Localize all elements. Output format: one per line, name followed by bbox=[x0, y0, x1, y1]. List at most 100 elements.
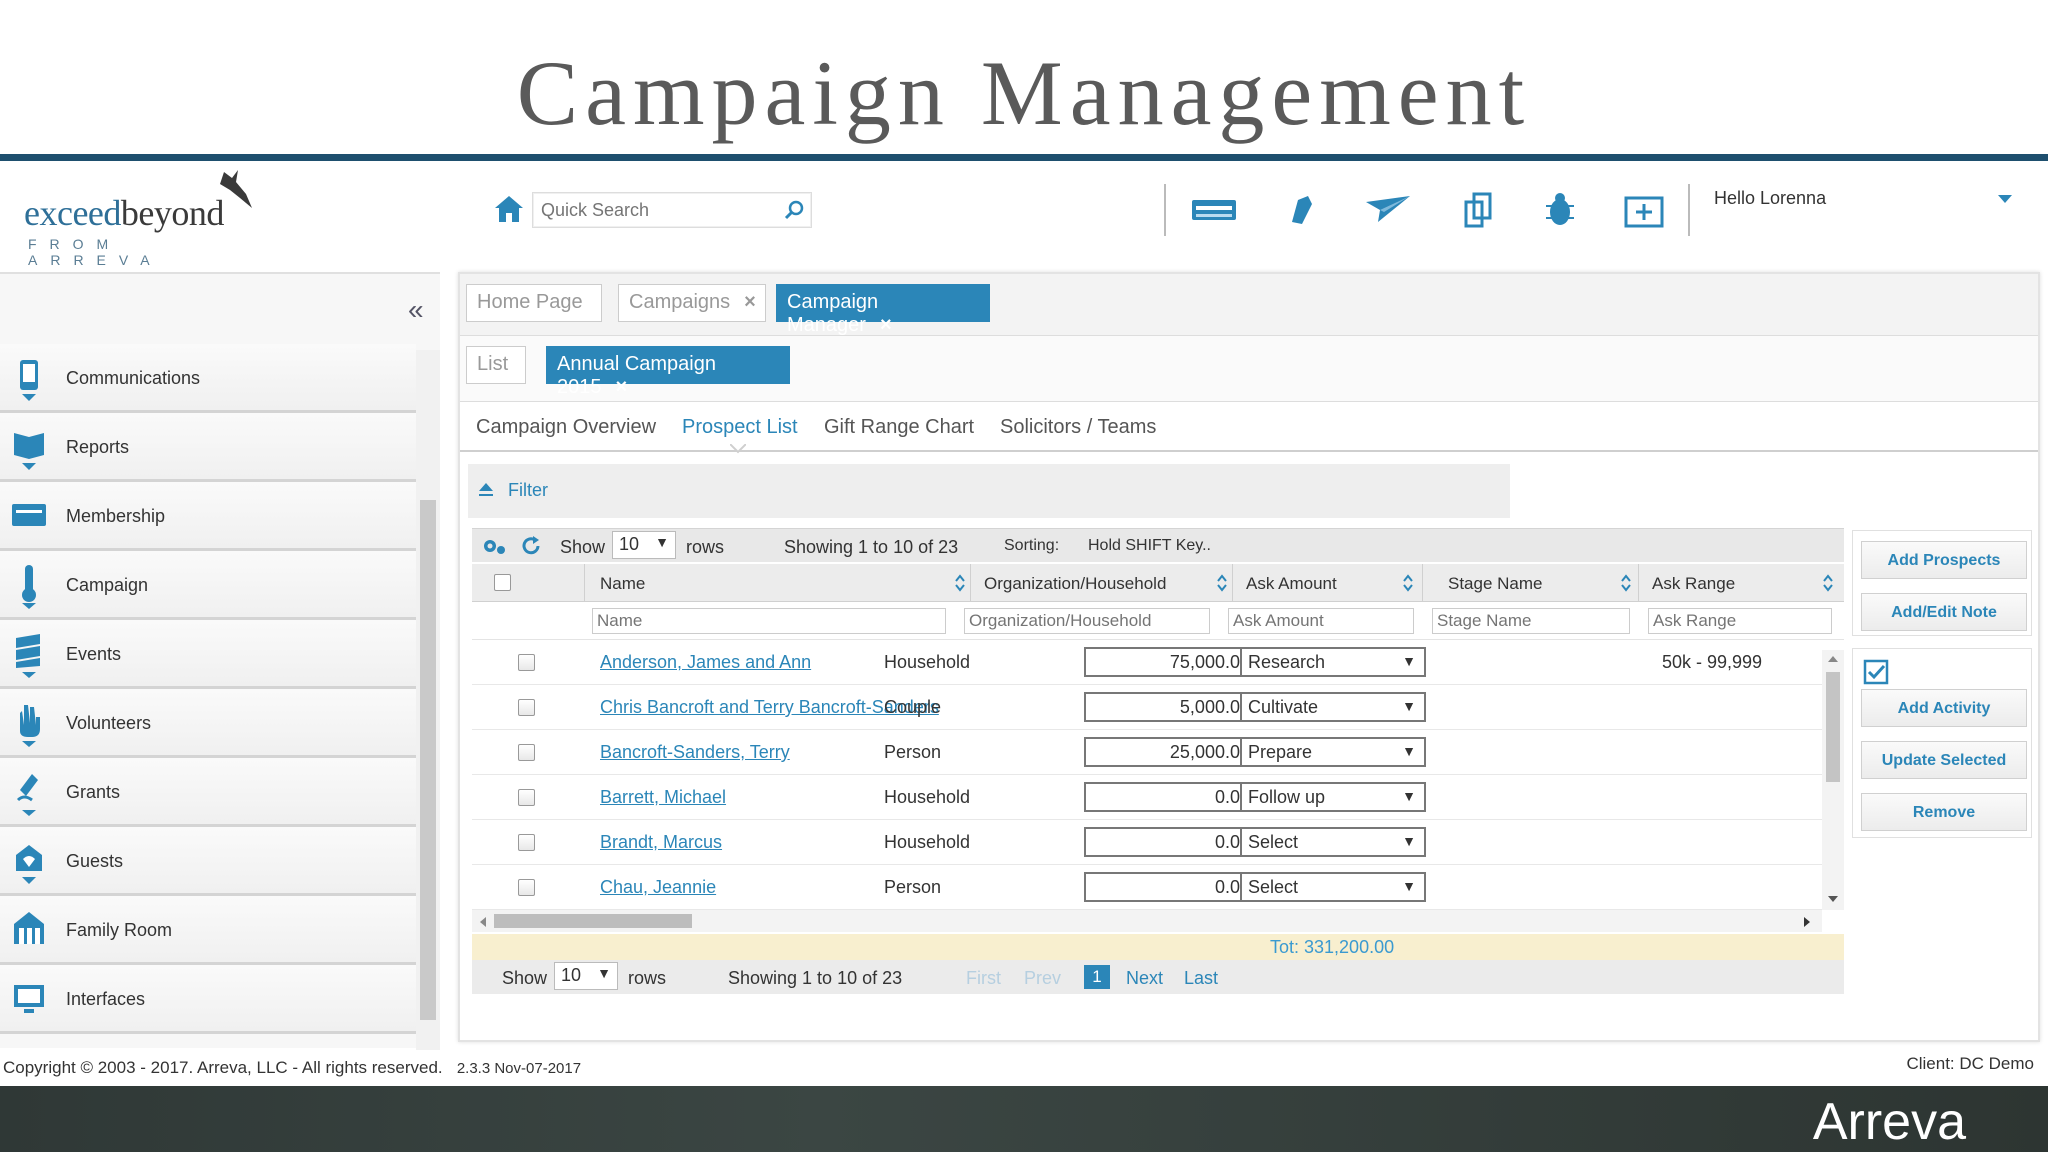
collapse-sidebar-button[interactable]: « bbox=[408, 294, 424, 326]
home-icon[interactable] bbox=[494, 194, 524, 224]
search-icon[interactable] bbox=[783, 199, 805, 221]
page-size-select[interactable]: 10 ▼ bbox=[554, 962, 618, 990]
ask-amount-input[interactable]: 0.00 bbox=[1084, 827, 1258, 857]
sort-icon[interactable] bbox=[1620, 574, 1632, 592]
add-activity-button[interactable]: Add Activity bbox=[1861, 689, 2027, 727]
stage-name-select[interactable]: Prepare ▼ bbox=[1240, 737, 1426, 767]
close-icon[interactable]: × bbox=[616, 376, 628, 398]
sort-icon[interactable] bbox=[1822, 574, 1834, 592]
settings-icon[interactable] bbox=[480, 535, 508, 557]
organization-filter-input[interactable] bbox=[964, 608, 1210, 634]
ask-amount-input[interactable]: 5,000.00 bbox=[1084, 692, 1258, 722]
sidebar-scrollbar[interactable] bbox=[416, 350, 440, 1050]
name-filter-input[interactable] bbox=[592, 608, 946, 634]
scrollbar-thumb[interactable] bbox=[494, 914, 692, 928]
checkbox-checked-icon[interactable] bbox=[1863, 659, 1889, 685]
table-row[interactable]: Bancroft-Sanders, Terry Person 25,000.00 Pr… bbox=[472, 730, 1844, 775]
sidebar-item-interfaces[interactable]: Interfaces bbox=[0, 965, 416, 1034]
table-row[interactable]: Brandt, Marcus Household 0.00 Select ▼ bbox=[472, 820, 1844, 865]
sidebar-item-volunteers[interactable]: Volunteers bbox=[0, 689, 416, 758]
app-logo[interactable]: exceedbeyond FROM ARREVA bbox=[24, 168, 264, 268]
last-page-button[interactable]: Last bbox=[1184, 968, 1218, 989]
add-edit-note-button[interactable]: Add/Edit Note bbox=[1861, 593, 2027, 631]
tab-home-page[interactable]: Home Page bbox=[466, 284, 602, 322]
sidebar-item-reports[interactable]: Reports bbox=[0, 413, 416, 482]
table-row[interactable]: Barrett, Michael Household 0.00 Follow up ▼ bbox=[472, 775, 1844, 820]
subnav-campaign-overview[interactable]: Campaign Overview bbox=[476, 416, 656, 439]
row-checkbox[interactable] bbox=[518, 744, 535, 761]
next-page-button[interactable]: Next bbox=[1126, 968, 1163, 989]
stage-name-select[interactable]: Select ▼ bbox=[1240, 827, 1426, 857]
subnav-gift-range-chart[interactable]: Gift Range Chart bbox=[824, 416, 974, 439]
row-checkbox[interactable] bbox=[518, 789, 535, 806]
filter-label[interactable]: Filter bbox=[508, 480, 548, 501]
copy-icon[interactable] bbox=[1454, 190, 1502, 230]
row-checkbox[interactable] bbox=[518, 699, 535, 716]
table-horizontal-scrollbar[interactable] bbox=[472, 910, 1822, 932]
collapse-filter-icon[interactable] bbox=[478, 480, 494, 498]
select-all-checkbox[interactable] bbox=[494, 574, 511, 591]
prospect-name-link[interactable]: Chau, Jeannie bbox=[600, 877, 716, 898]
current-page-button[interactable]: 1 bbox=[1084, 965, 1110, 989]
table-row[interactable]: Chau, Jeannie Person 0.00 Select ▼ bbox=[472, 865, 1844, 910]
sidebar-item-membership[interactable]: Membership bbox=[0, 482, 416, 551]
update-selected-button[interactable]: Update Selected bbox=[1861, 741, 2027, 779]
column-header-ask-range[interactable]: Ask Range bbox=[1652, 574, 1735, 594]
add-card-icon[interactable] bbox=[1620, 190, 1668, 230]
sidebar-item-family-room[interactable]: Family Room bbox=[0, 896, 416, 965]
row-checkbox[interactable] bbox=[518, 654, 535, 671]
column-header-ask-amount[interactable]: Ask Amount bbox=[1246, 574, 1337, 594]
sidebar-item-grants[interactable]: Grants bbox=[0, 758, 416, 827]
subnav-solicitors-teams[interactable]: Solicitors / Teams bbox=[1000, 416, 1156, 439]
scrollbar-thumb[interactable] bbox=[1826, 672, 1840, 782]
scroll-left-icon[interactable] bbox=[478, 916, 488, 928]
sidebar-item-guests[interactable]: Guests bbox=[0, 827, 416, 896]
ask-range-filter-input[interactable] bbox=[1648, 608, 1832, 634]
row-checkbox[interactable] bbox=[518, 879, 535, 896]
sidebar-item-events[interactable]: Events bbox=[0, 620, 416, 689]
tab-campaigns[interactable]: Campaigns × bbox=[618, 284, 766, 322]
ask-amount-input[interactable]: 25,000.00 bbox=[1084, 737, 1258, 767]
stage-name-select[interactable]: Research ▼ bbox=[1240, 647, 1426, 677]
scroll-right-icon[interactable] bbox=[1802, 916, 1812, 928]
page-size-select[interactable]: 10 ▼ bbox=[612, 531, 676, 559]
table-row[interactable]: Chris Bancroft and Terry Bancroft-Sander… bbox=[472, 685, 1844, 730]
stage-name-select[interactable]: Follow up ▼ bbox=[1240, 782, 1426, 812]
add-prospects-button[interactable]: Add Prospects bbox=[1861, 541, 2027, 579]
stage-name-filter-input[interactable] bbox=[1432, 608, 1630, 634]
scroll-down-icon[interactable] bbox=[1827, 894, 1839, 904]
column-header-organization[interactable]: Organization/Household bbox=[984, 574, 1166, 594]
ask-amount-filter-input[interactable] bbox=[1228, 608, 1414, 634]
ask-amount-input[interactable]: 0.00 bbox=[1084, 872, 1258, 902]
ask-amount-input[interactable]: 0.00 bbox=[1084, 782, 1258, 812]
close-icon[interactable]: × bbox=[880, 314, 892, 336]
close-icon[interactable]: × bbox=[744, 291, 756, 313]
row-checkbox[interactable] bbox=[518, 834, 535, 851]
quick-search-input[interactable] bbox=[533, 193, 763, 227]
prospect-name-link[interactable]: Anderson, James and Ann bbox=[600, 652, 811, 673]
stage-name-select[interactable]: Cultivate ▼ bbox=[1240, 692, 1426, 722]
sort-icon[interactable] bbox=[954, 574, 966, 592]
filter-bar[interactable]: Filter bbox=[468, 464, 1510, 518]
print-icon[interactable] bbox=[1190, 190, 1238, 230]
refresh-icon[interactable] bbox=[520, 535, 542, 557]
scrollbar-thumb[interactable] bbox=[420, 500, 436, 1020]
ask-amount-input[interactable]: 75,000.00 bbox=[1084, 647, 1258, 677]
tab-list[interactable]: List bbox=[466, 346, 526, 384]
table-row[interactable]: Anderson, James and Ann Household 75,000.0… bbox=[472, 640, 1844, 685]
scroll-up-icon[interactable] bbox=[1827, 654, 1839, 664]
sidebar-item-communications[interactable]: Communications bbox=[0, 344, 416, 413]
sort-icon[interactable] bbox=[1402, 574, 1414, 592]
sort-icon[interactable] bbox=[1216, 574, 1228, 592]
send-icon[interactable] bbox=[1364, 190, 1412, 230]
first-page-button[interactable]: First bbox=[966, 968, 1001, 989]
sidebar-item-campaign[interactable]: Campaign bbox=[0, 551, 416, 620]
table-vertical-scrollbar[interactable] bbox=[1822, 650, 1844, 910]
user-greeting[interactable]: Hello Lorenna bbox=[1714, 188, 1826, 209]
stage-name-select[interactable]: Select ▼ bbox=[1240, 872, 1426, 902]
column-header-name[interactable]: Name bbox=[600, 574, 645, 594]
prospect-name-link[interactable]: Bancroft-Sanders, Terry bbox=[600, 742, 790, 763]
prospect-name-link[interactable]: Barrett, Michael bbox=[600, 787, 726, 808]
chevron-down-icon[interactable] bbox=[1996, 192, 2014, 206]
tab-campaign-manager[interactable]: Campaign Manager × bbox=[776, 284, 990, 336]
